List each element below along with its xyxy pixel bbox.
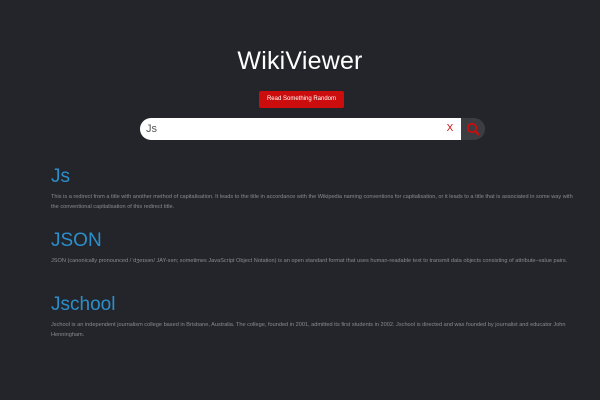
app-title: WikiViewer [237,47,363,75]
result-title-link[interactable]: Js [51,164,581,190]
search-bar: X [140,118,485,140]
result-snippet: JSON (canonically pronounced /ˈdʒeɪsən/ … [51,258,568,264]
result-item: Jschool Jschool is an independent journa… [51,292,581,340]
result-title-link[interactable]: Jschool [51,292,581,318]
random-article-button[interactable]: Read Something Random [259,91,344,108]
result-item: JSON JSON (canonically pronounced /ˈdʒeɪ… [51,228,581,266]
result-snippet: Jschool is an independent journalism col… [51,322,566,338]
search-icon [466,122,480,136]
result-item: Js This is a redirect from a title with … [51,164,581,212]
wikiviewer-page: WikiViewer Read Something Random X Js Th… [0,0,600,400]
search-input[interactable] [140,118,461,140]
result-snippet: This is a redirect from a title with ano… [51,194,573,210]
clear-search-button[interactable]: X [440,118,460,140]
search-button[interactable] [461,118,485,140]
result-title-link[interactable]: JSON [51,228,581,254]
